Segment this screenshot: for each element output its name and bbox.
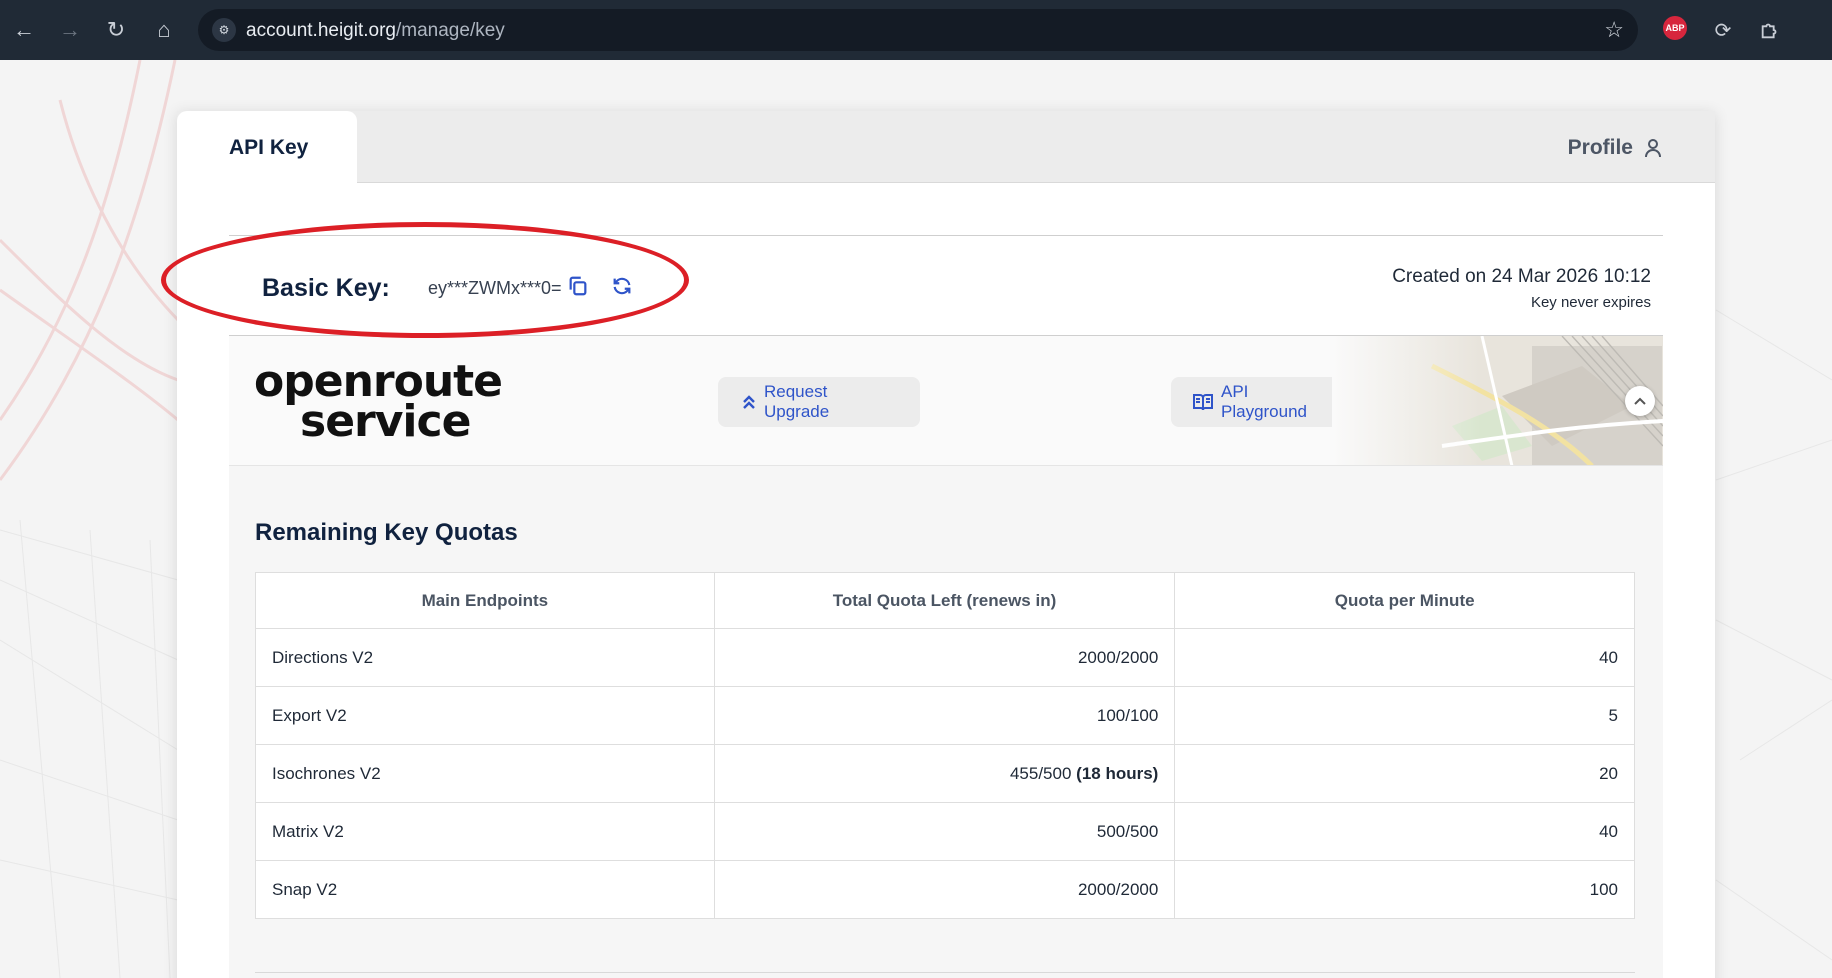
quota-left: 100/100 [713, 686, 1176, 745]
url-host: account.heigit.org [246, 20, 396, 41]
tab-profile[interactable]: Profile [1568, 133, 1663, 163]
quota-per-minute: 5 [1174, 686, 1635, 745]
map-preview [1332, 336, 1663, 465]
adblock-plus-icon[interactable]: ABP [1663, 16, 1687, 40]
quota-value: 2000/2000 [1077, 879, 1159, 899]
home-icon[interactable]: ⌂ [148, 12, 180, 48]
endpoint-name: Isochrones V2 [255, 744, 715, 803]
site-settings-icon[interactable]: ⚙ [212, 18, 236, 42]
user-icon [1643, 137, 1663, 159]
table-row: Isochrones V2 455/500 (18 hours) 20 [255, 744, 1635, 803]
quota-left: 455/500 (18 hours) [713, 744, 1176, 803]
table-row: Snap V2 2000/2000 100 [255, 860, 1635, 919]
tab-api-key[interactable]: API Key [177, 111, 357, 184]
key-created-info: Created on 24 Mar 2026 10:12 Key never e… [1392, 266, 1651, 311]
quota-left: 2000/2000 [713, 860, 1176, 919]
table-header-row: Main Endpoints Total Quota Left (renews … [255, 572, 1635, 629]
divider [255, 972, 1635, 973]
quota-per-minute: 40 [1174, 628, 1635, 687]
endpoint-name: Directions V2 [255, 628, 715, 687]
quota-per-minute: 20 [1174, 744, 1635, 803]
quota-value: 2000/2000 [1077, 647, 1159, 667]
quota-per-minute: 40 [1174, 802, 1635, 861]
quota-per-minute: 100 [1174, 860, 1635, 919]
quota-value: 100/100 [1096, 705, 1159, 725]
renews-in: (18 hours) [1076, 763, 1159, 783]
scroll-up-button[interactable] [1625, 386, 1655, 416]
endpoint-name: Snap V2 [255, 860, 715, 919]
brand-bar: openroute service Request Upgrade API Pl… [229, 336, 1663, 466]
browser-toolbar: ← → ↻ ⌂ ⚙ account.heigit.org/manage/key … [0, 0, 1832, 60]
table-row: Export V2 100/100 5 [255, 686, 1635, 745]
table-row: Matrix V2 500/500 40 [255, 802, 1635, 861]
quota-left: 2000/2000 [713, 628, 1176, 687]
reload-icon[interactable]: ↻ [100, 12, 132, 48]
tab-bar: API Key Profile [177, 111, 1715, 184]
book-icon [1193, 394, 1213, 411]
quota-value: 455/500 [1009, 763, 1072, 783]
request-upgrade-button[interactable]: Request Upgrade [718, 377, 920, 427]
url-text[interactable]: account.heigit.org/manage/key [246, 20, 505, 42]
key-expiry: Key never expires [1530, 294, 1651, 311]
double-chevron-up-icon [743, 395, 755, 409]
address-bar[interactable]: ⚙ account.heigit.org/manage/key ☆ [198, 9, 1638, 51]
highlight-annotation [161, 222, 689, 338]
created-date: Created on 24 Mar 2026 10:12 [1392, 266, 1651, 287]
quotas-table: Main Endpoints Total Quota Left (renews … [255, 572, 1635, 919]
quotas-title: Remaining Key Quotas [255, 519, 518, 546]
openrouteservice-logo: openroute service [254, 360, 503, 447]
sync-icon[interactable]: ⟳ [1709, 16, 1737, 44]
quotas-section: Remaining Key Quotas Main Endpoints Tota… [229, 466, 1663, 978]
header-quota-per-minute: Quota per Minute [1174, 572, 1635, 629]
header-total-quota: Total Quota Left (renews in) [713, 572, 1176, 629]
quota-value: 500/500 [1096, 821, 1159, 841]
back-icon[interactable]: ← [8, 12, 40, 48]
bookmark-star-icon[interactable]: ☆ [1604, 17, 1624, 43]
request-upgrade-label: Request Upgrade [764, 382, 830, 421]
quota-left: 500/500 [713, 802, 1176, 861]
puzzle-icon[interactable] [1756, 16, 1784, 44]
endpoint-name: Export V2 [255, 686, 715, 745]
forward-icon[interactable]: → [54, 12, 86, 48]
api-playground-label: API Playground [1221, 382, 1308, 421]
logo-line-2: service [300, 396, 471, 447]
url-path: /manage/key [396, 20, 505, 41]
tab-profile-label: Profile [1567, 136, 1633, 159]
table-row: Directions V2 2000/2000 40 [255, 628, 1635, 687]
endpoint-name: Matrix V2 [255, 802, 715, 861]
chevron-up-icon [1634, 397, 1646, 405]
header-main-endpoints: Main Endpoints [255, 572, 715, 629]
